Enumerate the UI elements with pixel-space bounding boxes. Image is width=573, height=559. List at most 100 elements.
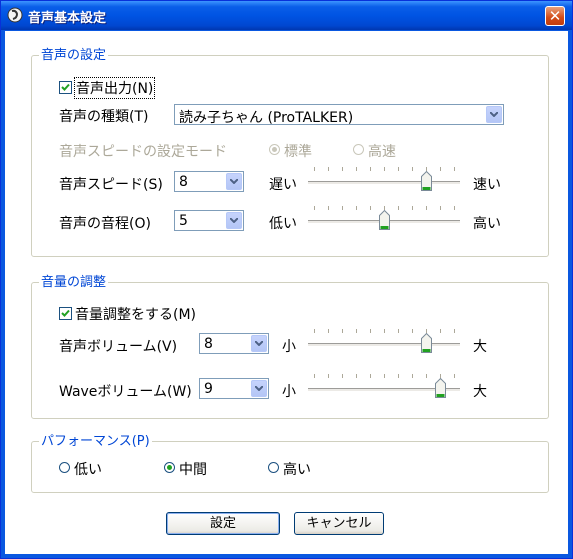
performance-mid-radio[interactable] xyxy=(164,462,175,473)
voice-volume-slider[interactable] xyxy=(308,329,460,355)
checkmark-icon xyxy=(61,83,70,91)
slider-tick xyxy=(384,374,385,378)
slider-track xyxy=(308,181,460,185)
close-button[interactable]: ✕ xyxy=(545,6,565,26)
voice-volume-low-label: 小 xyxy=(282,339,296,355)
dropdown-arrow-icon[interactable] xyxy=(486,106,502,123)
slider-tick xyxy=(398,329,399,333)
close-icon: ✕ xyxy=(548,7,562,25)
voice-output-checkbox[interactable] xyxy=(59,81,72,94)
slider-thumb[interactable] xyxy=(434,378,446,398)
voice-volume-select[interactable]: 8 xyxy=(199,333,269,354)
wave-volume-value: 9 xyxy=(204,381,213,397)
voice-volume-high-label: 大 xyxy=(473,339,487,355)
slider-tick xyxy=(398,167,399,171)
slider-tick xyxy=(440,329,441,333)
slider-tick xyxy=(398,374,399,378)
dropdown-arrow-icon[interactable] xyxy=(226,173,242,190)
cancel-button[interactable]: キャンセル xyxy=(294,512,384,535)
pitch-low-label: 低い xyxy=(269,216,297,232)
ok-button[interactable]: 設定 xyxy=(166,512,280,535)
slider-tick xyxy=(440,167,441,171)
slider-tick xyxy=(370,329,371,333)
wave-volume-high-label: 大 xyxy=(473,384,487,400)
voice-volume-label: 音声ボリューム(V) xyxy=(59,339,178,355)
window-title: 音声基本設定 xyxy=(28,11,107,26)
pitch-value: 5 xyxy=(179,213,188,229)
slider-tick xyxy=(356,329,357,333)
dialog-body: 音声の設定 音声出力(N) 音声の種類(T) 読み子ちゃん (ProTALKER… xyxy=(5,31,568,554)
slider-track xyxy=(308,343,460,347)
speed-slow-label: 遅い xyxy=(269,177,297,193)
volume-adjust-label[interactable]: 音量調整をする(M) xyxy=(75,304,196,324)
slider-thumb[interactable] xyxy=(420,171,432,191)
voice-type-value: 読み子ちゃん (ProTALKER) xyxy=(179,110,354,126)
dropdown-arrow-icon[interactable] xyxy=(251,335,267,352)
slider-tick xyxy=(328,374,329,378)
slider-tick xyxy=(384,167,385,171)
slider-tick xyxy=(384,329,385,333)
wave-volume-low-label: 小 xyxy=(282,384,296,400)
slider-tick xyxy=(314,374,315,378)
volume-adjust-checkbox[interactable] xyxy=(59,307,72,320)
performance-high-label[interactable]: 高い xyxy=(283,459,311,479)
pitch-slider[interactable] xyxy=(308,206,460,232)
performance-high-radio[interactable] xyxy=(268,462,279,473)
slider-tick xyxy=(454,167,455,171)
slider-tick xyxy=(314,329,315,333)
slider-tick xyxy=(370,206,371,210)
speed-mode-fast-radio[interactable] xyxy=(353,144,364,155)
wave-volume-slider[interactable] xyxy=(308,374,460,400)
speed-mode-standard-label: 標準 xyxy=(284,144,312,160)
slider-tick xyxy=(342,206,343,210)
voice-type-label: 音声の種類(T) xyxy=(59,109,149,125)
slider-tick xyxy=(440,206,441,210)
slider-tick xyxy=(328,206,329,210)
performance-mid-label[interactable]: 中間 xyxy=(179,459,207,479)
slider-tick xyxy=(412,167,413,171)
pitch-label: 音声の音程(O) xyxy=(59,216,151,232)
dropdown-arrow-icon[interactable] xyxy=(251,380,267,397)
title-bar[interactable]: 音声基本設定 ✕ xyxy=(1,1,572,30)
voice-settings-legend: 音声の設定 xyxy=(39,44,109,63)
ok-button-label: 設定 xyxy=(209,516,236,531)
dialog-window: 音声基本設定 ✕ 音声の設定 音声出力(N) 音声の種類(T) 読み子ちゃん (… xyxy=(0,0,573,559)
slider-thumb[interactable] xyxy=(378,210,390,230)
speed-label: 音声スピード(S) xyxy=(59,177,163,193)
slider-tick xyxy=(342,167,343,171)
voice-output-label[interactable]: 音声出力(N) xyxy=(74,77,156,99)
slider-tick xyxy=(328,167,329,171)
pitch-select[interactable]: 5 xyxy=(174,210,244,231)
slider-tick xyxy=(370,374,371,378)
pitch-high-label: 高い xyxy=(473,216,501,232)
performance-low-label[interactable]: 低い xyxy=(74,459,102,479)
performance-low-radio[interactable] xyxy=(59,462,70,473)
volume-settings-legend: 音量の調整 xyxy=(39,271,109,290)
cancel-button-label: キャンセル xyxy=(306,516,372,531)
speed-select[interactable]: 8 xyxy=(174,171,244,192)
slider-tick xyxy=(356,374,357,378)
speed-mode-label: 音声スピードの設定モード xyxy=(59,144,227,160)
slider-thumb[interactable] xyxy=(420,333,432,353)
speed-mode-standard-radio[interactable] xyxy=(269,144,280,155)
slider-tick xyxy=(454,329,455,333)
voice-volume-value: 8 xyxy=(204,336,213,352)
slider-tick xyxy=(412,374,413,378)
slider-tick xyxy=(342,374,343,378)
slider-tick xyxy=(426,374,427,378)
slider-tick xyxy=(454,374,455,378)
wave-volume-label: Waveボリューム(W) xyxy=(59,384,192,400)
dropdown-arrow-icon[interactable] xyxy=(226,212,242,229)
slider-tick xyxy=(356,206,357,210)
voice-type-select[interactable]: 読み子ちゃん (ProTALKER) xyxy=(174,104,504,126)
slider-tick xyxy=(314,167,315,171)
checkmark-icon xyxy=(61,309,70,317)
speed-value: 8 xyxy=(179,174,188,190)
slider-tick xyxy=(314,206,315,210)
app-icon xyxy=(7,7,23,23)
slider-tick xyxy=(454,206,455,210)
wave-volume-select[interactable]: 9 xyxy=(199,378,269,399)
speed-fast-label: 速い xyxy=(473,177,501,193)
slider-tick xyxy=(412,206,413,210)
speed-slider[interactable] xyxy=(308,167,460,193)
